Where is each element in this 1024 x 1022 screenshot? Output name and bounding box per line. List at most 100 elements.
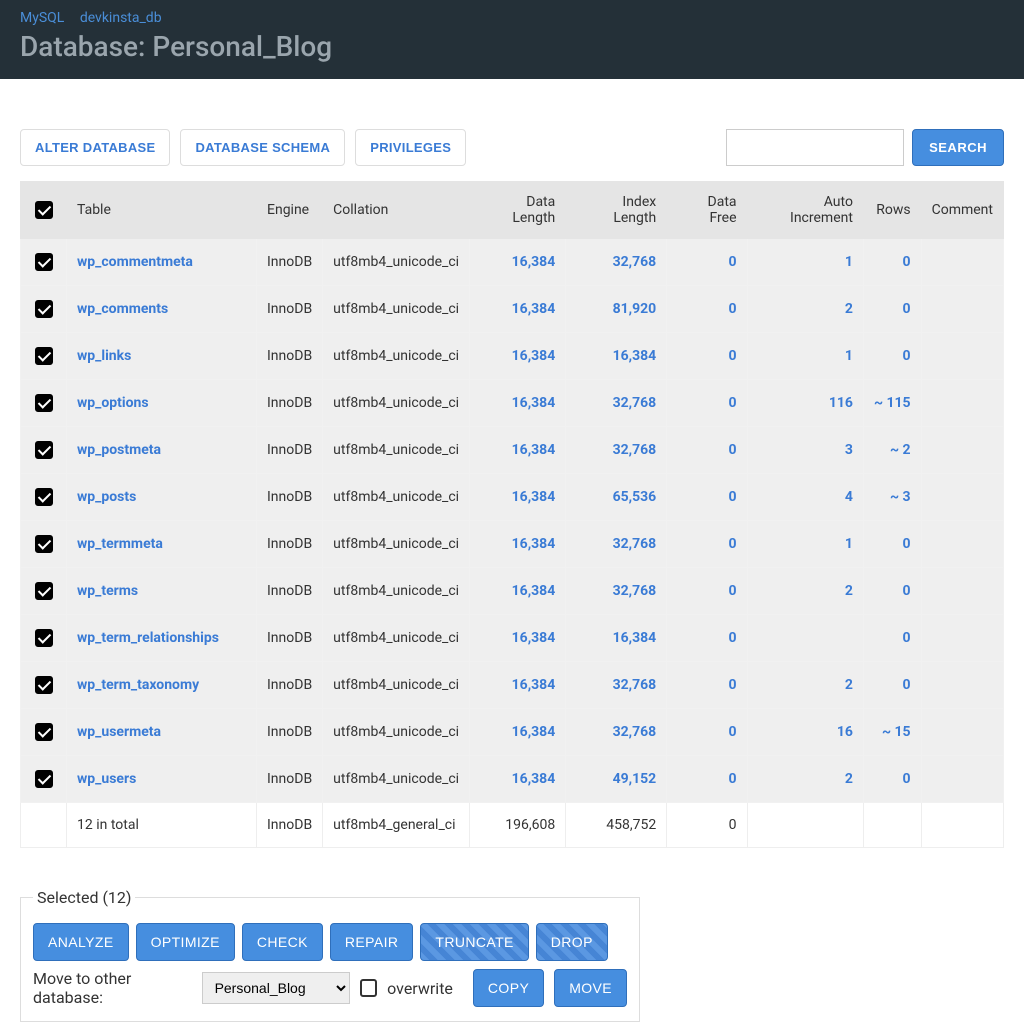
table-link[interactable]: wp_links xyxy=(77,348,131,364)
auto-increment: 2 xyxy=(747,568,863,615)
search-button[interactable]: SEARCH xyxy=(912,129,1004,166)
drop-button[interactable]: DROP xyxy=(536,923,608,961)
collation: utf8mb4_unicode_ci xyxy=(323,662,470,709)
row-count: ~ 2 xyxy=(863,427,921,474)
table-link[interactable]: wp_options xyxy=(77,395,149,411)
row-checkbox[interactable] xyxy=(35,535,53,553)
table-row: wp_term_taxonomy InnoDButf8mb4_unicode_ci… xyxy=(21,662,1004,709)
index-length: 32,768 xyxy=(566,709,667,756)
search-input[interactable] xyxy=(726,129,904,166)
total-row: 12 in totalInnoDButf8mb4_general_ci196,6… xyxy=(21,803,1004,848)
data-length: 16,384 xyxy=(470,756,566,803)
row-count: 0 xyxy=(863,756,921,803)
row-checkbox[interactable] xyxy=(35,441,53,459)
table-link[interactable]: wp_term_taxonomy xyxy=(77,677,199,693)
engine: InnoDB xyxy=(257,474,323,521)
row-checkbox[interactable] xyxy=(35,723,53,741)
select-all-checkbox[interactable] xyxy=(35,201,53,219)
table-link[interactable]: wp_termmeta xyxy=(77,536,163,552)
auto-increment: 4 xyxy=(747,474,863,521)
collation: utf8mb4_unicode_ci xyxy=(323,709,470,756)
privileges-button[interactable]: PRIVILEGES xyxy=(355,129,466,166)
copy-button[interactable]: COPY xyxy=(473,969,544,1007)
data-free: 0 xyxy=(667,662,747,709)
row-checkbox[interactable] xyxy=(35,582,53,600)
index-length: 81,920 xyxy=(566,286,667,333)
breadcrumb-db[interactable]: devkinsta_db xyxy=(80,10,162,26)
index-length: 32,768 xyxy=(566,568,667,615)
overwrite-checkbox[interactable] xyxy=(360,979,377,997)
table-link[interactable]: wp_commentmeta xyxy=(77,254,193,270)
move-label: Move to other database: xyxy=(33,969,192,1007)
comment xyxy=(921,568,1003,615)
repair-button[interactable]: REPAIR xyxy=(330,923,414,961)
row-checkbox[interactable] xyxy=(35,347,53,365)
data-length: 16,384 xyxy=(470,568,566,615)
row-checkbox[interactable] xyxy=(35,676,53,694)
index-length: 49,152 xyxy=(566,756,667,803)
table-row: wp_commentsInnoDButf8mb4_unicode_ci16,38… xyxy=(21,286,1004,333)
col-rows[interactable]: Rows xyxy=(863,182,921,239)
table-row: wp_usersInnoDButf8mb4_unicode_ci16,38449… xyxy=(21,756,1004,803)
table-link[interactable]: wp_comments xyxy=(77,301,168,317)
collation: utf8mb4_unicode_ci xyxy=(323,333,470,380)
row-checkbox[interactable] xyxy=(35,629,53,647)
selected-actions: Selected (12) ANALYZE OPTIMIZE CHECK REP… xyxy=(20,888,640,1022)
row-count: 0 xyxy=(863,286,921,333)
table-row: wp_linksInnoDButf8mb4_unicode_ci16,38416… xyxy=(21,333,1004,380)
auto-increment: 1 xyxy=(747,333,863,380)
index-length: 16,384 xyxy=(566,333,667,380)
row-count: ~ 115 xyxy=(863,380,921,427)
row-count: 0 xyxy=(863,662,921,709)
row-count: 0 xyxy=(863,521,921,568)
move-target-select[interactable]: Personal_Blog xyxy=(202,972,351,1004)
col-collation[interactable]: Collation xyxy=(323,182,470,239)
index-length: 32,768 xyxy=(566,662,667,709)
table-row: wp_optionsInnoDButf8mb4_unicode_ci16,384… xyxy=(21,380,1004,427)
optimize-button[interactable]: OPTIMIZE xyxy=(136,923,235,961)
table-link[interactable]: wp_term_relationships xyxy=(77,630,219,646)
table-link[interactable]: wp_users xyxy=(77,771,136,787)
data-free: 0 xyxy=(667,474,747,521)
col-table[interactable]: Table xyxy=(67,182,257,239)
engine: InnoDB xyxy=(257,615,323,662)
table-link[interactable]: wp_terms xyxy=(77,583,138,599)
col-index-length[interactable]: Index Length xyxy=(566,182,667,239)
comment xyxy=(921,286,1003,333)
row-checkbox[interactable] xyxy=(35,770,53,788)
data-length: 16,384 xyxy=(470,662,566,709)
check-button[interactable]: CHECK xyxy=(242,923,323,961)
move-button[interactable]: MOVE xyxy=(554,969,627,1007)
data-length: 16,384 xyxy=(470,239,566,286)
row-count: 0 xyxy=(863,239,921,286)
database-schema-button[interactable]: DATABASE SCHEMA xyxy=(180,129,345,166)
row-checkbox[interactable] xyxy=(35,253,53,271)
collation: utf8mb4_unicode_ci xyxy=(323,568,470,615)
data-length: 16,384 xyxy=(470,380,566,427)
index-length: 32,768 xyxy=(566,239,667,286)
table-link[interactable]: wp_postmeta xyxy=(77,442,161,458)
col-data-length[interactable]: Data Length xyxy=(470,182,566,239)
row-checkbox[interactable] xyxy=(35,300,53,318)
col-data-free[interactable]: Data Free xyxy=(667,182,747,239)
table-row: wp_termsInnoDButf8mb4_unicode_ci16,38432… xyxy=(21,568,1004,615)
data-length: 16,384 xyxy=(470,427,566,474)
alter-database-button[interactable]: ALTER DATABASE xyxy=(20,129,170,166)
data-free: 0 xyxy=(667,568,747,615)
row-checkbox[interactable] xyxy=(35,394,53,412)
row-checkbox[interactable] xyxy=(35,488,53,506)
col-comment[interactable]: Comment xyxy=(921,182,1003,239)
total-index-length: 458,752 xyxy=(566,803,667,848)
table-link[interactable]: wp_posts xyxy=(77,489,136,505)
table-row: wp_usermetaInnoDButf8mb4_unicode_ci16,38… xyxy=(21,709,1004,756)
col-auto-increment[interactable]: Auto Increment xyxy=(747,182,863,239)
data-free: 0 xyxy=(667,380,747,427)
analyze-button[interactable]: ANALYZE xyxy=(33,923,129,961)
engine: InnoDB xyxy=(257,521,323,568)
col-engine[interactable]: Engine xyxy=(257,182,323,239)
breadcrumb-server[interactable]: MySQL xyxy=(20,10,64,26)
table-link[interactable]: wp_usermeta xyxy=(77,724,161,740)
engine: InnoDB xyxy=(257,239,323,286)
engine: InnoDB xyxy=(257,662,323,709)
truncate-button[interactable]: TRUNCATE xyxy=(420,923,528,961)
